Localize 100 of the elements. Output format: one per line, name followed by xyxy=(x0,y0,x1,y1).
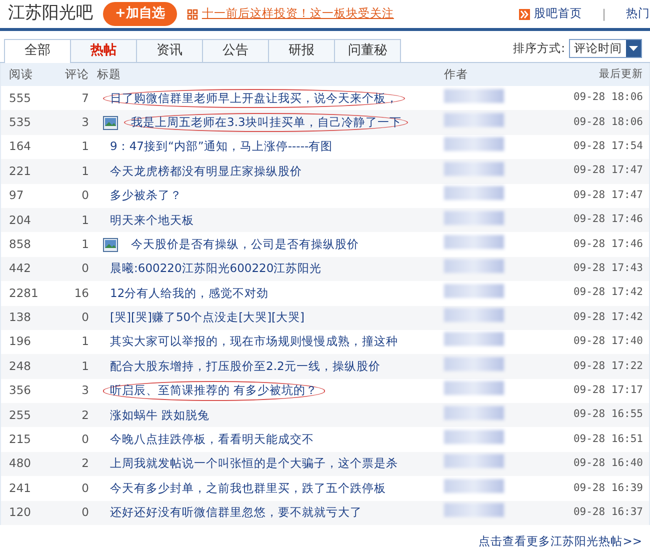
blurred-author xyxy=(444,234,504,249)
update-time: 09-28 18:06 xyxy=(572,114,644,130)
comment-count: 3 xyxy=(80,382,90,400)
update-time: 09-28 17:54 xyxy=(572,139,644,154)
blurred-author xyxy=(444,503,504,518)
read-count: 241 xyxy=(8,480,32,497)
tab[interactable]: 公告 xyxy=(202,39,269,62)
update-time: 09-28 16:55 xyxy=(572,407,644,422)
hot-link[interactable]: 热门 xyxy=(626,5,650,23)
update-time: 09-28 17:46 xyxy=(572,236,644,252)
comment-count: 0 xyxy=(80,309,90,326)
column-header: 评论 xyxy=(64,66,90,83)
read-count: 442 xyxy=(8,260,32,278)
update-time: 09-28 17:42 xyxy=(572,285,644,300)
blurred-author xyxy=(444,162,504,176)
comment-count: 2 xyxy=(80,455,90,472)
post-title-link[interactable]: 今晚八点挂跌停板，看看明天能成交不 xyxy=(103,430,321,450)
comment-count: 1 xyxy=(80,162,90,180)
blurred-author xyxy=(444,478,504,493)
update-time: 09-28 16:51 xyxy=(572,432,644,447)
read-count: 97 xyxy=(8,187,25,204)
sort-label: 排序方式: xyxy=(513,40,565,57)
home-link[interactable]: 股吧首页 xyxy=(534,5,582,23)
blurred-author xyxy=(444,186,504,200)
post-title-link[interactable]: 上周我就发帖说一个叫张恒的是个大骗子，这个票是杀 xyxy=(103,454,405,474)
post-title-link[interactable]: 还好还好没有听微信群里忽悠，要不就就亏大了 xyxy=(103,503,369,522)
post-title-link[interactable]: 其实大家可以举报的，现在市场规则慢慢成熟，撞这种 xyxy=(103,332,405,352)
blurred-author xyxy=(444,259,504,274)
grid-icon xyxy=(186,8,198,20)
read-count: 164 xyxy=(8,138,32,156)
post-title-link[interactable]: 听启辰、至简课推荐的 有多少被坑的？ xyxy=(103,381,325,400)
post-title-link[interactable]: 今天有多少封单，之前我也群里买，跌了五个跌停板 xyxy=(103,478,393,498)
post-title-link[interactable]: 日了购微信群里老师早上开盘让我买，说今天来个板， xyxy=(103,88,405,108)
update-time: 09-28 17:43 xyxy=(572,261,644,276)
comment-count: 0 xyxy=(80,431,90,448)
comment-count: 1 xyxy=(80,333,90,350)
post-title-link[interactable]: 晨曦:600220江苏阳光600220江苏阳光 xyxy=(103,259,329,279)
column-header: 阅读 xyxy=(8,66,34,83)
blurred-author xyxy=(444,88,504,103)
update-time: 09-28 17:42 xyxy=(572,310,644,325)
update-time: 09-28 17:22 xyxy=(572,358,644,374)
blurred-author xyxy=(444,406,504,420)
update-time: 09-28 17:46 xyxy=(572,212,644,228)
post-title-link[interactable]: 配合大股东增持，打压股价至2.2元一线，操纵股价 xyxy=(103,356,388,376)
comment-count: 1 xyxy=(80,138,90,156)
comment-count: 0 xyxy=(80,504,90,522)
comment-count: 0 xyxy=(80,187,90,204)
post-title-link[interactable]: 我是上周五老师在3.3块叫挂买单，自己冷静了一下 xyxy=(124,112,408,132)
sort-dropdown[interactable]: 评论时间 xyxy=(569,39,642,58)
read-count: 535 xyxy=(8,114,32,131)
column-header: 标题 xyxy=(97,66,121,83)
read-count: 138 xyxy=(8,309,32,326)
post-title-link[interactable]: 12分有人给我的，感觉不对劲 xyxy=(103,284,276,303)
post-title-link[interactable]: 9：47接到“内部”通知，马上涨停-----有图 xyxy=(103,137,340,157)
blurred-author xyxy=(444,381,504,396)
column-header: 最后更新 xyxy=(598,66,644,82)
blurred-author xyxy=(444,137,504,152)
tab[interactable]: 热帖 xyxy=(70,39,137,62)
separator: | xyxy=(602,6,606,23)
read-count: 480 xyxy=(8,455,32,472)
comment-count: 1 xyxy=(80,236,90,253)
tab[interactable]: 问董秘 xyxy=(334,39,401,62)
blurred-author xyxy=(444,356,504,371)
forum-name: 江苏阳光吧 xyxy=(8,2,93,26)
read-count: 196 xyxy=(8,333,32,350)
comment-count: 7 xyxy=(80,90,90,107)
tab[interactable]: 资讯 xyxy=(136,39,203,62)
read-count: 120 xyxy=(8,504,32,522)
post-title-link[interactable]: 明天来个地天板 xyxy=(103,210,201,230)
post-title-link[interactable]: [哭][哭]赚了50个点没走[大哭][大哭] xyxy=(103,308,312,328)
read-count: 555 xyxy=(8,90,32,107)
post-title-link[interactable]: 涨如蜗牛 跌如脱兔 xyxy=(103,406,217,425)
post-title-link[interactable]: 多少被杀了？ xyxy=(103,186,189,206)
update-time: 09-28 18:06 xyxy=(572,90,644,106)
update-time: 09-28 17:47 xyxy=(572,188,644,203)
read-count: 2281 xyxy=(8,284,40,302)
read-count: 221 xyxy=(8,162,32,180)
comment-count: 2 xyxy=(80,406,90,424)
post-title-link[interactable]: 今天龙虎榜都没有明显庄家操纵股价 xyxy=(103,162,309,181)
arrow-icon xyxy=(518,8,530,20)
blurred-author xyxy=(444,332,504,346)
read-count: 248 xyxy=(8,358,32,375)
read-count: 204 xyxy=(8,212,32,229)
read-count: 255 xyxy=(8,406,32,424)
promo-link[interactable]: 十一前后这样投资！这一板块受关注 xyxy=(202,5,394,23)
blurred-author xyxy=(444,454,504,468)
update-time: 09-28 16:40 xyxy=(572,456,644,472)
comment-count: 0 xyxy=(80,260,90,278)
column-header: 作者 xyxy=(444,66,469,83)
more-posts-link[interactable]: 点击查看更多江苏阳光热帖>> xyxy=(478,533,642,550)
update-time: 09-28 17:17 xyxy=(572,383,644,398)
tab[interactable]: 全部 xyxy=(4,39,71,63)
update-time: 09-28 17:40 xyxy=(572,334,644,350)
read-count: 356 xyxy=(8,382,32,400)
post-title-link[interactable]: 今天股价是否有操纵，公司是否有操纵股价 xyxy=(124,234,366,254)
tab[interactable]: 研报 xyxy=(268,39,335,62)
update-time: 09-28 17:47 xyxy=(572,163,644,178)
comment-count: 16 xyxy=(73,284,90,302)
blurred-author xyxy=(444,112,504,127)
update-time: 09-28 16:37 xyxy=(572,504,644,520)
